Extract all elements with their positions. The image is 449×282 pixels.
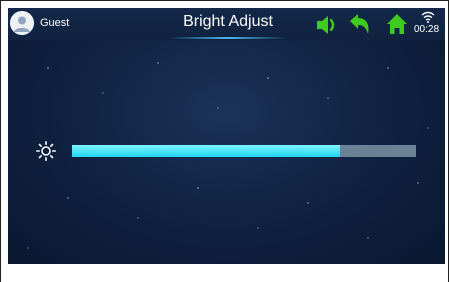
back-icon[interactable] bbox=[349, 14, 371, 41]
screen: Guest Bright Adjust 00:28 bbox=[8, 8, 445, 264]
volume-icon[interactable] bbox=[315, 15, 339, 40]
home-icon[interactable] bbox=[386, 13, 408, 40]
brightness-icon bbox=[36, 141, 57, 166]
brightness-slider[interactable] bbox=[72, 145, 416, 157]
title-underline bbox=[168, 37, 288, 39]
user-name: Guest bbox=[40, 17, 70, 29]
starfield-background bbox=[27, 62, 429, 249]
clock-time: 00:28 bbox=[414, 24, 440, 35]
brightness-slider-fill bbox=[72, 145, 341, 157]
page-title: Bright Adjust bbox=[183, 13, 273, 30]
avatar-icon[interactable] bbox=[10, 11, 34, 35]
top-bar: Guest Bright Adjust 00:28 bbox=[8, 8, 445, 40]
